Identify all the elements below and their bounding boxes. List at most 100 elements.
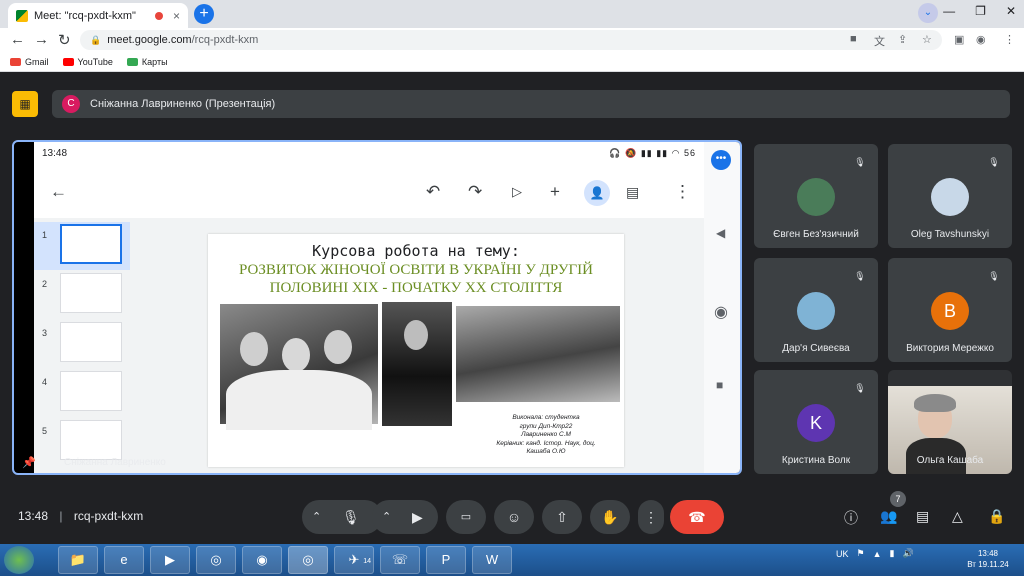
participant-tile[interactable]: Ольга Кашаба (888, 370, 1012, 474)
mic-off-icon: 🎙 (854, 383, 866, 393)
browser-menu-icon[interactable]: ⋮ (1004, 33, 1015, 46)
camera-indicator-icon[interactable]: ■ (850, 33, 857, 45)
mic-off-icon: 🎙 (988, 271, 1000, 281)
meeting-details-icon[interactable]: ⓘ (844, 508, 858, 528)
share-icon[interactable]: ⇪ (898, 33, 907, 46)
forward-icon[interactable]: → (34, 31, 49, 48)
nav-recents-icon[interactable]: ■ (716, 378, 723, 392)
tab-search-icon[interactable]: ⌄ (918, 3, 938, 23)
telegram-icon[interactable]: ✈ 14 (334, 546, 374, 574)
powerpoint-icon[interactable]: P (426, 546, 466, 574)
tab-close-button[interactable]: × (173, 9, 180, 23)
mic-off-icon: 🎙 (854, 157, 866, 167)
host-controls-icon[interactable]: 🔒 (988, 508, 1005, 525)
redo-icon[interactable]: ↷ (468, 182, 482, 202)
phone-time: 13:48 (42, 147, 68, 159)
word-icon[interactable]: W (472, 546, 512, 574)
participant-tile[interactable]: 🎙 B Виктория Мережко (888, 258, 1012, 362)
bookmark-maps[interactable]: Карты (126, 57, 168, 67)
participant-tile[interactable]: 🎙 Євген Без'язичний (754, 144, 878, 248)
more-vert-icon[interactable]: ⋮ (674, 182, 691, 202)
bookmark-gmail[interactable]: Gmail (10, 57, 49, 67)
side-panel-icon[interactable]: ▣ (954, 33, 964, 46)
emoji-button[interactable]: ☺ (494, 500, 534, 534)
chrome-icon[interactable]: ◎ (196, 546, 236, 574)
participant-tile[interactable]: 🎙 Oleg Tavshunskyi (888, 144, 1012, 248)
raise-hand-button[interactable]: ✋ (590, 500, 630, 534)
thumbnail-image (60, 420, 122, 460)
historical-classroom-photo (456, 306, 620, 402)
address-bar[interactable]: 🔒 meet.google.com /rcq-pxdt-kxm (80, 30, 942, 50)
restore-icon[interactable]: ❐ (975, 4, 986, 18)
play-icon[interactable]: ▷ (512, 184, 522, 200)
bookmark-youtube[interactable]: YouTube (62, 57, 113, 67)
bookmark-star-icon[interactable]: ☆ (922, 33, 932, 46)
media-player-icon[interactable]: ▶ (150, 546, 190, 574)
comment-icon[interactable]: ▤ (626, 184, 639, 201)
chrome-active-icon[interactable]: ◎ (288, 546, 328, 574)
tray-flag-icon[interactable]: ⚑ (857, 548, 865, 559)
emoji-icon: ☺ (506, 509, 522, 525)
activities-icon[interactable]: △ (952, 508, 963, 525)
people-icon[interactable]: 👥 (880, 508, 897, 525)
reload-icon[interactable]: ↻ (58, 31, 71, 49)
microphone-icon[interactable]: 🎙 (342, 500, 360, 534)
tile-options-button[interactable]: ••• (711, 150, 731, 170)
gmail-icon (10, 57, 21, 66)
thumbnail-2[interactable]: 2 (34, 271, 130, 319)
recording-dot-icon (154, 11, 163, 20)
explorer-icon[interactable]: 📁 (58, 546, 98, 574)
present-button[interactable]: ⇧ (542, 500, 582, 534)
camera-control[interactable]: ⌃ ▶ (372, 500, 438, 534)
new-tab-button[interactable]: + (194, 4, 214, 24)
camera-icon[interactable]: ▶ (412, 500, 423, 534)
thumbnail-3[interactable]: 3 (34, 320, 130, 368)
participant-photo (797, 292, 835, 330)
thumbnail-1[interactable]: 1 (34, 222, 130, 270)
camera-options-chevron-icon[interactable]: ⌃ (382, 500, 391, 534)
back-icon[interactable]: ← (10, 31, 25, 48)
nav-back-icon[interactable]: ◀ (716, 226, 725, 240)
minimize-icon[interactable]: — (943, 4, 955, 18)
volume-icon[interactable]: 🔊 (902, 548, 913, 559)
presenter-label: Сніжанна Лавриненко (Презентація) (90, 98, 276, 110)
close-window-icon[interactable]: ✕ (1006, 4, 1016, 18)
tray-expand-icon[interactable]: ▲ (873, 549, 882, 559)
presentation-indicator-icon[interactable]: ▦ (12, 91, 38, 117)
internet-explorer-icon[interactable]: e (104, 546, 144, 574)
firefox-icon[interactable]: ◉ (242, 546, 282, 574)
translate-icon[interactable]: 文 (874, 33, 885, 49)
profile-avatar-icon[interactable]: ◉ (976, 33, 986, 46)
microphone-control[interactable]: ⌃ 🎙 (302, 500, 382, 534)
undo-icon[interactable]: ↶ (426, 182, 440, 202)
add-icon[interactable]: + (550, 182, 560, 202)
slide-credits: Виконала: студентка групи Дип-Ктр22 Лавр… (496, 414, 596, 455)
url-domain: meet.google.com (107, 34, 192, 46)
taskbar-clock[interactable]: 13:48 Вт 19.11.24 (958, 548, 1018, 570)
network-icon[interactable]: ▮ (890, 548, 895, 559)
thumbnail-4[interactable]: 4 (34, 369, 130, 417)
thumbnail-image (60, 371, 122, 411)
chat-icon[interactable]: ▤ (916, 508, 929, 525)
viber-icon[interactable]: ☏ (380, 546, 420, 574)
hand-icon: ✋ (601, 509, 619, 525)
start-button[interactable] (4, 546, 34, 574)
participant-tile[interactable]: 🎙 Дар'я Сивеєва (754, 258, 878, 362)
leave-call-button[interactable]: ☎ (670, 500, 724, 534)
more-options-button[interactable]: ⋮ (638, 500, 664, 534)
current-slide[interactable]: Курсова робота на тему: РОЗВИТОК ЖІНОЧОЇ… (208, 234, 624, 467)
add-person-icon[interactable]: 👤 (584, 180, 610, 206)
presenter-avatar: С (62, 95, 80, 113)
browser-tab[interactable]: Meet: "rcq-pxdt-kxm" × (8, 3, 188, 28)
language-indicator[interactable]: UK (836, 549, 849, 559)
pin-icon[interactable]: 📌 (22, 456, 36, 469)
phone-status-bar: 13:48 🎧 🔕 ▮▮ ▮▮ ◠ 56 (34, 144, 704, 162)
captions-button[interactable]: ▭ (446, 500, 486, 534)
participant-tile[interactable]: 🎙 K Кристина Волк (754, 370, 878, 474)
system-tray: UK ⚑ ▲ ▮ 🔊 (836, 548, 914, 559)
back-arrow-icon[interactable]: ← (50, 182, 67, 202)
mic-options-chevron-icon[interactable]: ⌃ (312, 500, 321, 534)
mic-off-icon: 🎙 (988, 157, 1000, 167)
phone-status-icons: 🎧 🔕 ▮▮ ▮▮ ◠ 56 (609, 147, 696, 158)
nav-home-icon[interactable]: ◉ (714, 302, 728, 322)
